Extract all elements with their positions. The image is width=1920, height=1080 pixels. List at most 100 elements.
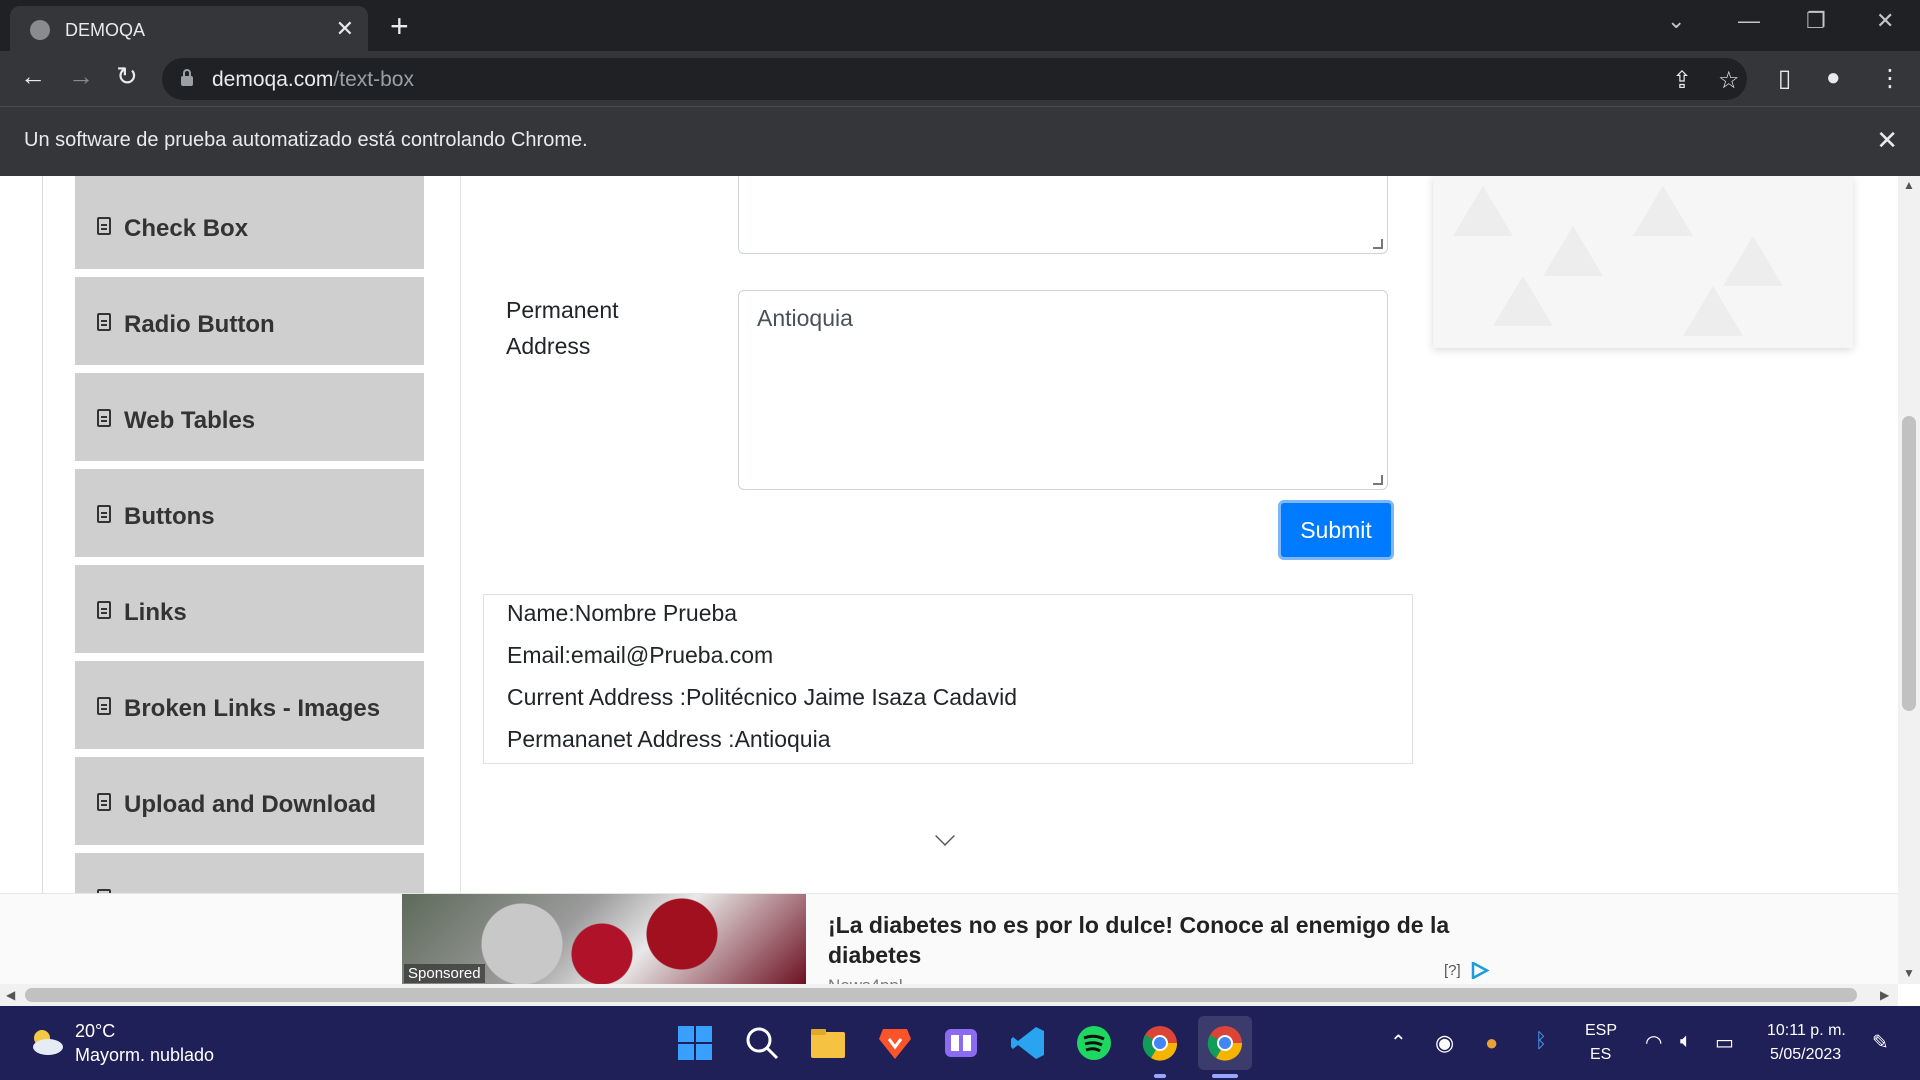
sidebar-item-buttons[interactable]: Buttons: [75, 469, 424, 561]
pattern-shape: [1453, 186, 1513, 236]
sidebar-item-upload-download[interactable]: Upload and Download: [75, 757, 424, 849]
ad-banner[interactable]: Sponsored ¡La diabetes no es por lo dulc…: [0, 893, 1898, 984]
browser-tab[interactable]: DEMOQA ✕: [10, 6, 368, 51]
side-panel-icon[interactable]: ▯: [1778, 64, 1791, 93]
scroll-right-arrow[interactable]: ▶: [1880, 988, 1889, 1002]
weather-description[interactable]: Mayorm. nublado: [75, 1045, 214, 1066]
sidebar-item-label: Web Tables: [124, 407, 256, 434]
url-path: /text-box: [333, 68, 414, 91]
permanent-address-textarea[interactable]: Antioquia: [738, 290, 1388, 490]
sponsored-label: Sponsored: [404, 964, 485, 983]
close-infobar-icon[interactable]: ✕: [1876, 125, 1898, 156]
ad-info-link[interactable]: [?]: [1444, 962, 1461, 979]
menu-kebab-icon[interactable]: ⋮: [1878, 64, 1902, 93]
tab-search-icon[interactable]: ⌄: [1667, 8, 1685, 34]
profile-icon[interactable]: ●: [1826, 64, 1841, 92]
sidebar-item-label: Check Box: [124, 215, 249, 242]
clock-date[interactable]: 5/05/2023: [1770, 1046, 1841, 1064]
close-tab-icon[interactable]: ✕: [336, 16, 354, 42]
restore-button[interactable]: ❐: [1806, 8, 1826, 34]
chevron-up-icon[interactable]: ⌃: [1390, 1030, 1407, 1055]
cloudy-moon-icon[interactable]: [28, 1026, 64, 1056]
file-explorer-icon[interactable]: [808, 1023, 848, 1063]
vertical-scrollbar[interactable]: ▲ ▼: [1898, 176, 1920, 984]
document-icon: [97, 217, 111, 235]
scroll-left-arrow[interactable]: ◀: [6, 988, 15, 1002]
content-divider: [460, 176, 461, 896]
spotify-icon[interactable]: [1074, 1023, 1114, 1063]
document-icon: [97, 601, 111, 619]
pattern-shape: [1723, 236, 1783, 286]
search-icon[interactable]: [742, 1023, 782, 1063]
sidebar-item-broken-links[interactable]: Broken Links - Images: [75, 661, 424, 753]
chrome-icon[interactable]: [1140, 1023, 1180, 1063]
output-current-address: Current Address :Politécnico Jaime Isaza…: [507, 684, 1018, 710]
address-bar[interactable]: demoqa.com/text-box ⇪ ☆: [162, 58, 1747, 100]
sidebar-item-label: Broken Links - Images: [124, 695, 381, 722]
current-address-textarea[interactable]: [738, 176, 1388, 254]
right-ad-card: [1433, 176, 1853, 348]
resize-handle[interactable]: [1373, 475, 1383, 485]
share-icon[interactable]: ⇪: [1672, 66, 1692, 95]
scroll-down-arrow[interactable]: ▼: [1903, 966, 1915, 980]
pattern-shape: [1493, 276, 1553, 326]
horizontal-scroll-thumb[interactable]: [25, 988, 1857, 1002]
resize-handle[interactable]: [1373, 239, 1383, 249]
weather-temperature[interactable]: 20°C: [75, 1021, 115, 1042]
pattern-shape: [1633, 186, 1693, 236]
sidebar-item-label: Links: [124, 599, 187, 626]
back-button[interactable]: ←: [20, 61, 46, 92]
chrome-active-icon[interactable]: [1205, 1023, 1245, 1063]
automation-infobar: Un software de prueba automatizado está …: [0, 106, 1920, 176]
output-email: Email:email@Prueba.com: [507, 642, 774, 668]
volume-icon[interactable]: 🔈︎: [1680, 1030, 1692, 1053]
sidebar-item-radio-button[interactable]: Radio Button: [75, 277, 424, 369]
reload-button[interactable]: ↻: [116, 61, 138, 92]
bluetooth-icon[interactable]: ᛒ: [1535, 1030, 1547, 1053]
output-box: Name:Nombre Prueba Email:email@Prueba.co…: [483, 594, 1413, 764]
lock-icon: [181, 69, 193, 86]
language-top[interactable]: ESP: [1585, 1022, 1617, 1040]
notification-icon[interactable]: ✎: [1872, 1030, 1889, 1055]
sidebar-item-label: Buttons: [124, 503, 215, 530]
chevron-down-icon[interactable]: [935, 826, 955, 846]
sidebar-item-label: Radio Button: [124, 311, 275, 338]
document-icon: [97, 697, 111, 715]
output-name: Name:Nombre Prueba: [507, 600, 738, 626]
language-bottom[interactable]: ES: [1590, 1046, 1611, 1064]
vertical-scroll-thumb[interactable]: [1902, 416, 1916, 711]
minimize-button[interactable]: —: [1738, 8, 1760, 34]
app-icon[interactable]: [941, 1023, 981, 1063]
permanent-address-label: Permanent Address: [506, 292, 619, 364]
close-window-button[interactable]: ✕: [1876, 8, 1894, 34]
sidebar-item-web-tables[interactable]: Web Tables: [75, 373, 424, 465]
pattern-shape: [1683, 286, 1743, 336]
windows-start-icon[interactable]: [675, 1023, 715, 1063]
ad-text[interactable]: ¡La diabetes no es por lo dulce! Conoce …: [828, 910, 1488, 984]
permanent-address-label-line1: Permanent: [506, 297, 619, 323]
sidebar-item-label: Upload and Download: [124, 791, 376, 818]
sidebar-item-links[interactable]: Links: [75, 565, 424, 657]
forward-button[interactable]: →: [68, 61, 94, 92]
document-icon: [97, 409, 111, 427]
running-indicator: [1154, 1074, 1166, 1078]
sidebar-item-check-box[interactable]: Check Box: [75, 181, 424, 273]
wifi-icon[interactable]: ◠: [1645, 1030, 1662, 1055]
tray-app-icon[interactable]: ●: [1485, 1030, 1498, 1056]
obs-icon[interactable]: ◉: [1435, 1030, 1454, 1056]
url-host: demoqa.com: [212, 68, 334, 91]
new-tab-button[interactable]: +: [390, 8, 409, 45]
output-permanent-address: Permananet Address :Antioquia: [507, 726, 831, 752]
battery-icon[interactable]: ▭: [1715, 1030, 1734, 1055]
bookmark-star-icon[interactable]: ☆: [1718, 66, 1740, 95]
brave-icon[interactable]: [875, 1023, 915, 1063]
adchoices-icon[interactable]: [1470, 962, 1490, 979]
clock-time[interactable]: 10:11 p. m.: [1767, 1022, 1846, 1040]
scroll-up-arrow[interactable]: ▲: [1903, 178, 1915, 192]
submit-button[interactable]: Submit: [1278, 500, 1394, 560]
windows-taskbar: 20°C Mayorm. nublado ⌃ ◉ ● ᛒ ESP ES ◠ 🔈︎…: [0, 1006, 1920, 1080]
ad-headline[interactable]: ¡La diabetes no es por lo dulce! Conoce …: [828, 910, 1488, 970]
horizontal-scrollbar[interactable]: ◀ ▶: [0, 984, 1898, 1006]
ad-image[interactable]: Sponsored: [402, 894, 806, 984]
vscode-icon[interactable]: [1008, 1023, 1048, 1063]
